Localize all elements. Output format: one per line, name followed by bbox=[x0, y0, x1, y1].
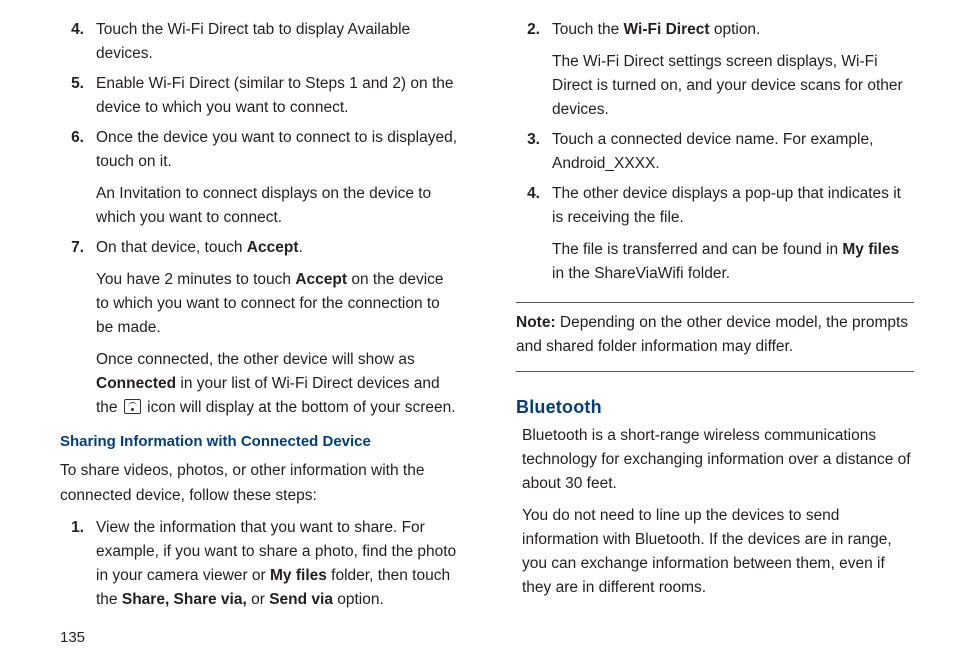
step-text: Touch a connected device name. For examp… bbox=[552, 128, 914, 176]
bold-accept: Accept bbox=[295, 271, 347, 288]
step-text: An Invitation to connect displays on the… bbox=[96, 182, 458, 230]
bold-connected: Connected bbox=[96, 375, 176, 392]
share-step-4: 4. The other device displays a pop-up th… bbox=[516, 182, 914, 290]
bold-my-files: My files bbox=[270, 567, 327, 584]
step-text: On that device, touch Accept. bbox=[96, 236, 458, 260]
bluetooth-para-1: Bluetooth is a short-range wireless comm… bbox=[522, 424, 914, 496]
bold-accept: Accept bbox=[247, 239, 299, 256]
intro-text: To share videos, photos, or other inform… bbox=[60, 459, 458, 507]
bold-wifi-direct: Wi-Fi Direct bbox=[624, 21, 710, 38]
note: Note: Depending on the other device mode… bbox=[516, 311, 914, 359]
step-text: Touch the Wi-Fi Direct tab to display Av… bbox=[96, 18, 458, 66]
step-body: Touch the Wi-Fi Direct tab to display Av… bbox=[96, 18, 458, 70]
step-text: You have 2 minutes to touch Accept on th… bbox=[96, 268, 458, 340]
step-body: Touch the Wi-Fi Direct option. The Wi-Fi… bbox=[552, 18, 914, 126]
step-number: 4. bbox=[60, 18, 96, 70]
step-text: The file is transferred and can be found… bbox=[552, 238, 914, 286]
wifi-icon bbox=[124, 399, 141, 414]
share-step-2: 2. Touch the Wi-Fi Direct option. The Wi… bbox=[516, 18, 914, 126]
bold-my-files: My files bbox=[842, 241, 899, 258]
step-text: Once connected, the other device will sh… bbox=[96, 348, 458, 420]
step-number: 2. bbox=[516, 18, 552, 126]
left-column: 4. Touch the Wi-Fi Direct tab to display… bbox=[40, 18, 488, 626]
steps-list-b: 1. View the information that you want to… bbox=[60, 516, 458, 618]
section-title-bluetooth: Bluetooth bbox=[516, 394, 914, 422]
step-body: The other device displays a pop-up that … bbox=[552, 182, 914, 290]
divider bbox=[516, 371, 914, 372]
step-number: 6. bbox=[60, 126, 96, 234]
steps-list-c: 2. Touch the Wi-Fi Direct option. The Wi… bbox=[516, 18, 914, 292]
step-text: The other device displays a pop-up that … bbox=[552, 182, 914, 230]
step-body: On that device, touch Accept. You have 2… bbox=[96, 236, 458, 424]
step-body: View the information that you want to sh… bbox=[96, 516, 458, 616]
step-number: 5. bbox=[60, 72, 96, 124]
step-body: Touch a connected device name. For examp… bbox=[552, 128, 914, 180]
bold-send-via: Send via bbox=[269, 591, 333, 608]
subheading-sharing: Sharing Information with Connected Devic… bbox=[60, 430, 458, 453]
step-5: 5. Enable Wi-Fi Direct (similar to Steps… bbox=[60, 72, 458, 124]
steps-list-a: 4. Touch the Wi-Fi Direct tab to display… bbox=[60, 18, 458, 426]
step-text: Touch the Wi-Fi Direct option. bbox=[552, 18, 914, 42]
step-7: 7. On that device, touch Accept. You hav… bbox=[60, 236, 458, 424]
step-text: Enable Wi-Fi Direct (similar to Steps 1 … bbox=[96, 72, 458, 120]
divider bbox=[516, 302, 914, 303]
share-step-3: 3. Touch a connected device name. For ex… bbox=[516, 128, 914, 180]
share-step-1: 1. View the information that you want to… bbox=[60, 516, 458, 616]
step-body: Enable Wi-Fi Direct (similar to Steps 1 … bbox=[96, 72, 458, 124]
page-number: 135 bbox=[60, 618, 458, 649]
step-number: 1. bbox=[60, 516, 96, 616]
step-6: 6. Once the device you want to connect t… bbox=[60, 126, 458, 234]
step-body: Once the device you want to connect to i… bbox=[96, 126, 458, 234]
bold-share: Share, Share via, bbox=[122, 591, 247, 608]
step-number: 7. bbox=[60, 236, 96, 424]
step-text: The Wi-Fi Direct settings screen display… bbox=[552, 50, 914, 122]
bluetooth-para-2: You do not need to line up the devices t… bbox=[522, 504, 914, 600]
step-number: 4. bbox=[516, 182, 552, 290]
note-label: Note: bbox=[516, 314, 556, 331]
step-text: Once the device you want to connect to i… bbox=[96, 126, 458, 174]
step-4: 4. Touch the Wi-Fi Direct tab to display… bbox=[60, 18, 458, 70]
right-column: 2. Touch the Wi-Fi Direct option. The Wi… bbox=[488, 18, 914, 626]
note-body: Note: Depending on the other device mode… bbox=[516, 311, 914, 359]
step-text: View the information that you want to sh… bbox=[96, 516, 458, 612]
step-number: 3. bbox=[516, 128, 552, 180]
